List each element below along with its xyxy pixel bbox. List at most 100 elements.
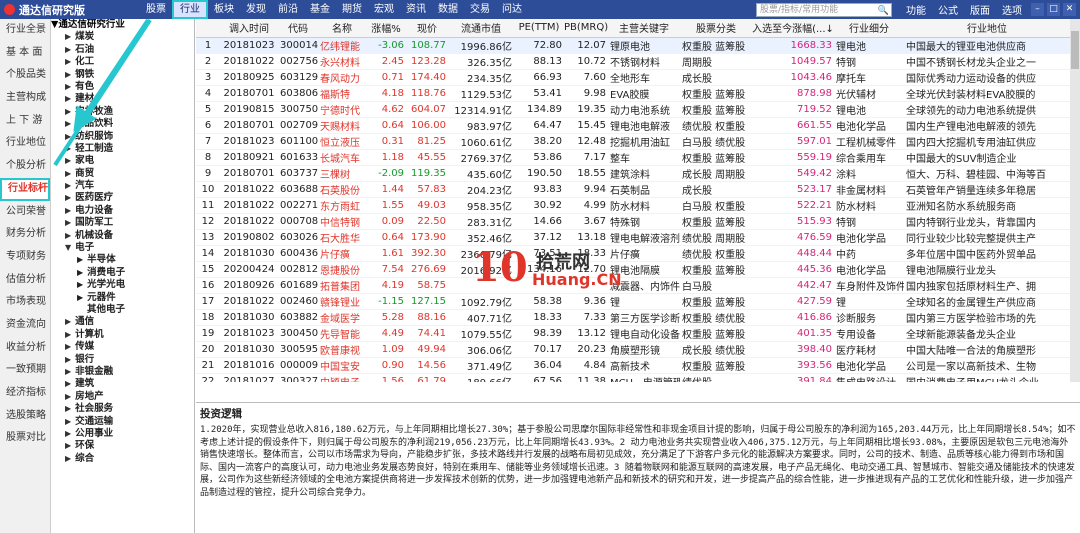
tree-node[interactable]: ▶ 轻工制造 xyxy=(51,143,194,155)
tree-node[interactable]: ▶ 有色 xyxy=(51,81,194,93)
column-header[interactable] xyxy=(196,19,220,38)
expand-right-icon[interactable]: ▶ xyxy=(65,379,71,388)
tree-node[interactable]: ▶ 传媒 xyxy=(51,341,194,353)
tree-node[interactable]: ▶ 半导体 xyxy=(51,254,194,266)
left-nav-item-2[interactable]: 个股品类 xyxy=(0,64,50,87)
column-header[interactable]: 代码 xyxy=(278,19,318,38)
menu-item-11[interactable]: 问达 xyxy=(496,0,528,19)
column-header[interactable]: 流通市值 xyxy=(448,19,514,38)
table-row[interactable]: 6 20180701 002709 天赐材料 0.64 106.00 983.97亿 64.4… xyxy=(196,117,1070,134)
column-header[interactable]: 现价 xyxy=(406,19,448,38)
column-header[interactable]: 涨幅% xyxy=(366,19,406,38)
column-header[interactable]: 调入时间 xyxy=(220,19,278,38)
expand-right-icon[interactable]: ▶ xyxy=(65,132,71,141)
expand-right-icon[interactable]: ▶ xyxy=(65,367,71,376)
left-nav-item-0[interactable]: 行业全景 xyxy=(0,19,50,42)
table-row[interactable]: 12 20181022 000708 中信特钢 0.09 22.50 283.31亿 14.6… xyxy=(196,213,1070,230)
table-row[interactable]: 11 20181022 002271 东方雨虹 1.55 49.03 958.35亿 30.9… xyxy=(196,197,1070,214)
tree-node[interactable]: ▶ 家电 xyxy=(51,155,194,167)
tree-node[interactable]: ▶ 综合 xyxy=(51,453,194,465)
menu-item-0[interactable]: 股票 xyxy=(140,0,172,19)
table-row[interactable]: 4 20180701 603806 福斯特 4.18 118.76 1129.53亿 53.4… xyxy=(196,85,1070,102)
tree-node[interactable]: ▶ 化工 xyxy=(51,56,194,68)
left-nav-item-1[interactable]: 基 本 面 xyxy=(0,42,50,65)
expand-right-icon[interactable]: ▶ xyxy=(65,156,71,165)
tree-node[interactable]: ▶ 计算机 xyxy=(51,329,194,341)
table-row[interactable]: 14 20181030 600436 片仔癀 1.61 392.30 2366.79亿 73.… xyxy=(196,245,1070,262)
expand-right-icon[interactable]: ▶ xyxy=(65,231,71,240)
column-header[interactable]: 行业细分 xyxy=(834,19,904,38)
menu-item-6[interactable]: 期货 xyxy=(336,0,368,19)
left-nav-item-8[interactable]: 公司荣誉 xyxy=(0,201,50,224)
expand-right-icon[interactable]: ▶ xyxy=(65,206,71,215)
expand-right-icon[interactable]: ▶ xyxy=(65,392,71,401)
expand-right-icon[interactable]: ▶ xyxy=(65,94,71,103)
right-menu-item-3[interactable]: 选项 xyxy=(996,2,1028,17)
expand-right-icon[interactable]: ▶ xyxy=(65,429,71,438)
expand-right-icon[interactable]: ▶ xyxy=(65,45,71,54)
tree-node[interactable]: ▶ 食品饮料 xyxy=(51,118,194,130)
tree-node[interactable]: ▼ 电子 xyxy=(51,242,194,254)
expand-right-icon[interactable]: ▶ xyxy=(65,218,71,227)
table-row[interactable]: 16 20180926 601689 拓普集团 4.19 58.75 减震器、内饰件 白马股 4… xyxy=(196,277,1070,294)
expand-right-icon[interactable]: ▶ xyxy=(65,144,71,153)
menu-item-8[interactable]: 资讯 xyxy=(400,0,432,19)
menu-item-1[interactable]: 行业 xyxy=(172,0,208,19)
column-header[interactable]: PB(MRQ) xyxy=(564,19,608,38)
table-row[interactable]: 2220181027300327中颖电子1.5661.79189.66亿67.5… xyxy=(196,373,1070,382)
expand-right-icon[interactable]: ▶ xyxy=(77,293,83,302)
tree-node[interactable]: ▶ 通信 xyxy=(51,316,194,328)
tree-node[interactable]: ▶ 医药医疗 xyxy=(51,192,194,204)
maximize-icon[interactable]: □ xyxy=(1047,3,1060,16)
table-row[interactable]: 20 20181030 300595 欧普康视 1.09 49.94 306.06亿 70.1… xyxy=(196,341,1070,358)
right-menu-item-2[interactable]: 版面 xyxy=(964,2,996,17)
right-menu-item-0[interactable]: 功能 xyxy=(900,2,932,17)
tree-node[interactable]: ▶ 社会服务 xyxy=(51,403,194,415)
tree-node[interactable]: ▶ 房地产 xyxy=(51,391,194,403)
left-nav-item-6[interactable]: 个股分析 xyxy=(0,155,50,178)
expand-right-icon[interactable]: ▶ xyxy=(65,119,71,128)
left-nav-item-13[interactable]: 资金流向 xyxy=(0,314,50,337)
table-row[interactable]: 7 20181023 601100 恒立液压 0.31 81.25 1060.61亿 38.2… xyxy=(196,133,1070,150)
search-icon[interactable]: 🔍 xyxy=(878,5,889,17)
left-nav-item-11[interactable]: 估值分析 xyxy=(0,269,50,292)
tree-node[interactable]: ▶ 煤炭 xyxy=(51,31,194,43)
tree-node[interactable]: ▶ 消费电子 xyxy=(51,267,194,279)
table-row[interactable]: 3 20180925 603129 春风动力 0.71 174.40 234.35亿 66.9… xyxy=(196,69,1070,86)
menu-item-9[interactable]: 数据 xyxy=(432,0,464,19)
left-nav-item-5[interactable]: 行业地位 xyxy=(0,132,50,155)
table-row[interactable]: 1 20181023 300014 亿纬锂能 -3.06 108.77 1996.86亿 72… xyxy=(196,37,1070,54)
column-header[interactable]: 股票分类 xyxy=(680,19,752,38)
tree-node[interactable]: ▶ 汽车 xyxy=(51,180,194,192)
menu-item-4[interactable]: 前沿 xyxy=(272,0,304,19)
minimize-icon[interactable]: – xyxy=(1031,3,1044,16)
expand-right-icon[interactable]: ▶ xyxy=(65,317,71,326)
left-nav-item-10[interactable]: 专项财务 xyxy=(0,246,50,269)
table-row[interactable]: 21 20181016 000009 中国宝安 0.90 14.56 371.49亿 36.0… xyxy=(196,357,1070,374)
search-input[interactable]: 股票/指标/常用功能 🔍 xyxy=(756,3,892,17)
expand-right-icon[interactable]: ▶ xyxy=(77,255,83,264)
tree-node[interactable]: ▶ 商贸 xyxy=(51,168,194,180)
expand-right-icon[interactable]: ▶ xyxy=(65,32,71,41)
expand-right-icon[interactable]: ▶ xyxy=(65,82,71,91)
expand-right-icon[interactable]: ▶ xyxy=(65,57,71,66)
expand-right-icon[interactable]: ▶ xyxy=(65,193,71,202)
left-nav-item-16[interactable]: 经济指标 xyxy=(0,382,50,405)
table-row[interactable]: 2 20181022 002756 永兴材料 2.45 123.28 326.35亿 88.1… xyxy=(196,53,1070,70)
left-nav-item-17[interactable]: 选股策略 xyxy=(0,405,50,428)
expand-right-icon[interactable]: ▶ xyxy=(65,355,71,364)
menu-item-7[interactable]: 宏观 xyxy=(368,0,400,19)
table-scrollbar[interactable] xyxy=(1070,19,1080,382)
table-row[interactable]: 9 20180701 603737 三棵树 -2.09 119.35 435.60亿 190.… xyxy=(196,165,1070,182)
scrollbar-thumb[interactable] xyxy=(1071,31,1079,69)
expand-right-icon[interactable]: ▶ xyxy=(65,417,71,426)
expand-right-icon[interactable]: ▶ xyxy=(65,454,71,463)
menu-item-10[interactable]: 交易 xyxy=(464,0,496,19)
expand-right-icon[interactable]: ▶ xyxy=(65,107,71,116)
column-header[interactable]: 行业地位 xyxy=(904,19,1070,38)
left-nav-item-18[interactable]: 股票对比 xyxy=(0,427,50,450)
expand-right-icon[interactable]: ▶ xyxy=(65,169,71,178)
expand-right-icon[interactable]: ▶ xyxy=(65,181,71,190)
expand-right-icon[interactable]: ▶ xyxy=(77,268,83,277)
menu-item-5[interactable]: 基金 xyxy=(304,0,336,19)
